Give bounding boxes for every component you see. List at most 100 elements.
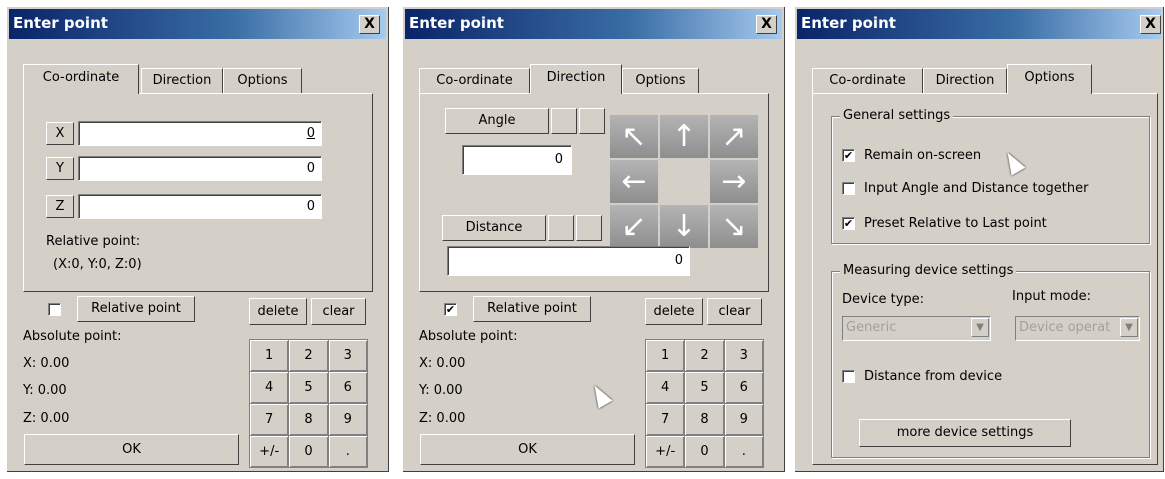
tab-coordinate[interactable]: Co-ordinate	[419, 68, 530, 94]
device-type-label: Device type:	[842, 292, 925, 307]
key-0[interactable]: 0	[685, 436, 724, 467]
key-2[interactable]: 2	[685, 340, 724, 371]
relative-point-checkbox[interactable]	[48, 303, 61, 316]
distance-from-device-checkbox[interactable]	[842, 370, 855, 383]
key-2[interactable]: 2	[289, 340, 328, 371]
tab-options[interactable]: Options	[1007, 64, 1092, 94]
dialog-title: Enter point	[13, 14, 108, 32]
device-type-value: Generic	[846, 320, 897, 335]
delete-button[interactable]: delete	[645, 298, 703, 325]
distance-step-1[interactable]	[548, 215, 574, 241]
enter-point-dialog-direction: Enter point X Co-ordinate Direction Opti…	[402, 6, 785, 472]
key-6[interactable]: 6	[328, 372, 367, 403]
arrow-down-left-icon[interactable]: ↙	[610, 205, 658, 248]
key-9[interactable]: 9	[328, 404, 367, 435]
angle-field[interactable]: 0	[462, 145, 572, 175]
y-field[interactable]: 0	[78, 156, 322, 181]
key-5[interactable]: 5	[289, 372, 328, 403]
clear-button[interactable]: clear	[707, 298, 762, 325]
arrow-up-right-icon[interactable]: ↗	[710, 115, 758, 158]
title-bar[interactable]: Enter point X	[9, 9, 386, 39]
key-1[interactable]: 1	[646, 340, 685, 371]
key-4[interactable]: 4	[646, 372, 685, 403]
numeric-keypad: 1 2 3 4 5 6 7 8 9 +/- 0 .	[249, 339, 368, 468]
absolute-y: Y: 0.00	[23, 383, 67, 398]
y-button[interactable]: Y	[46, 157, 74, 180]
input-mode-label: Input mode:	[1012, 289, 1092, 304]
general-settings-group: General settings ✔ Remain on-screen Inpu…	[831, 108, 1150, 244]
relative-point-button[interactable]: Relative point	[77, 296, 195, 322]
key-7[interactable]: 7	[250, 404, 289, 435]
arrow-right-icon[interactable]: →	[710, 160, 758, 203]
key-3[interactable]: 3	[724, 340, 763, 371]
key-0[interactable]: 0	[289, 436, 328, 467]
x-field[interactable]: 0	[78, 121, 322, 146]
arrow-up-left-icon[interactable]: ↖	[610, 115, 658, 158]
close-button[interactable]: X	[756, 15, 777, 34]
input-together-checkbox[interactable]	[842, 182, 855, 195]
absolute-z: Z: 0.00	[419, 411, 466, 426]
key-5[interactable]: 5	[685, 372, 724, 403]
key-9[interactable]: 9	[724, 404, 763, 435]
key-7[interactable]: 7	[646, 404, 685, 435]
tab-coordinate[interactable]: Co-ordinate	[812, 68, 923, 94]
dialog-title: Enter point	[801, 14, 896, 32]
key-plus-minus[interactable]: +/-	[250, 436, 289, 467]
arrow-down-right-icon[interactable]: ↘	[710, 205, 758, 248]
angle-button[interactable]: Angle	[445, 108, 549, 134]
preset-relative-checkbox[interactable]: ✔	[842, 217, 855, 230]
device-type-dropdown: Generic ▼	[842, 316, 991, 341]
z-button[interactable]: Z	[46, 195, 74, 218]
key-plus-minus[interactable]: +/-	[646, 436, 685, 467]
absolute-point-heading: Absolute point:	[23, 329, 122, 344]
preset-relative-label[interactable]: Preset Relative to Last point	[864, 216, 1047, 231]
distance-field[interactable]: 0	[447, 246, 690, 276]
close-button[interactable]: X	[359, 15, 380, 34]
input-together-label[interactable]: Input Angle and Distance together	[864, 181, 1088, 196]
x-button[interactable]: X	[46, 122, 74, 145]
relative-point-heading: Relative point:	[46, 234, 141, 249]
key-6[interactable]: 6	[724, 372, 763, 403]
key-3[interactable]: 3	[328, 340, 367, 371]
measuring-device-heading: Measuring device settings	[840, 263, 1017, 278]
ok-button[interactable]: OK	[420, 434, 635, 465]
distance-button[interactable]: Distance	[442, 215, 546, 241]
key-8[interactable]: 8	[289, 404, 328, 435]
distance-from-device-label[interactable]: Distance from device	[864, 369, 1002, 384]
key-4[interactable]: 4	[250, 372, 289, 403]
absolute-y: Y: 0.00	[419, 383, 463, 398]
remain-onscreen-checkbox[interactable]: ✔	[842, 149, 855, 162]
angle-step-2[interactable]	[579, 108, 605, 134]
distance-step-2[interactable]	[576, 215, 602, 241]
arrow-up-icon[interactable]: ↑	[660, 115, 708, 158]
tab-options[interactable]: Options	[223, 68, 302, 94]
tab-direction[interactable]: Direction	[530, 64, 622, 94]
relative-point-checkbox[interactable]: ✔	[444, 303, 457, 316]
key-decimal[interactable]: .	[724, 436, 763, 467]
key-1[interactable]: 1	[250, 340, 289, 371]
tab-coordinate[interactable]: Co-ordinate	[23, 64, 139, 94]
arrow-down-icon[interactable]: ↓	[660, 205, 708, 248]
angle-step-1[interactable]	[551, 108, 577, 134]
remain-onscreen-label[interactable]: Remain on-screen	[864, 148, 981, 163]
mouse-cursor-icon	[587, 381, 613, 409]
delete-button[interactable]: delete	[249, 298, 307, 325]
tab-direction[interactable]: Direction	[141, 68, 223, 94]
tab-direction[interactable]: Direction	[923, 68, 1007, 94]
tab-options[interactable]: Options	[622, 68, 699, 94]
arrow-left-icon[interactable]: ←	[610, 160, 658, 203]
title-bar[interactable]: Enter point X	[797, 9, 1161, 39]
numeric-keypad: 1 2 3 4 5 6 7 8 9 +/- 0 .	[645, 339, 764, 468]
key-decimal[interactable]: .	[328, 436, 367, 467]
chevron-down-icon: ▼	[1120, 318, 1138, 337]
more-device-settings-button[interactable]: more device settings	[859, 419, 1071, 447]
title-bar[interactable]: Enter point X	[405, 9, 782, 39]
close-button[interactable]: X	[1140, 15, 1161, 34]
options-panel: General settings ✔ Remain on-screen Inpu…	[812, 93, 1158, 465]
z-field[interactable]: 0	[78, 194, 322, 219]
clear-button[interactable]: clear	[311, 298, 366, 325]
relative-point-button[interactable]: Relative point	[473, 296, 591, 322]
key-8[interactable]: 8	[685, 404, 724, 435]
ok-button[interactable]: OK	[24, 434, 239, 465]
enter-point-dialog-coordinate: Enter point X Co-ordinate Direction Opti…	[6, 6, 389, 472]
